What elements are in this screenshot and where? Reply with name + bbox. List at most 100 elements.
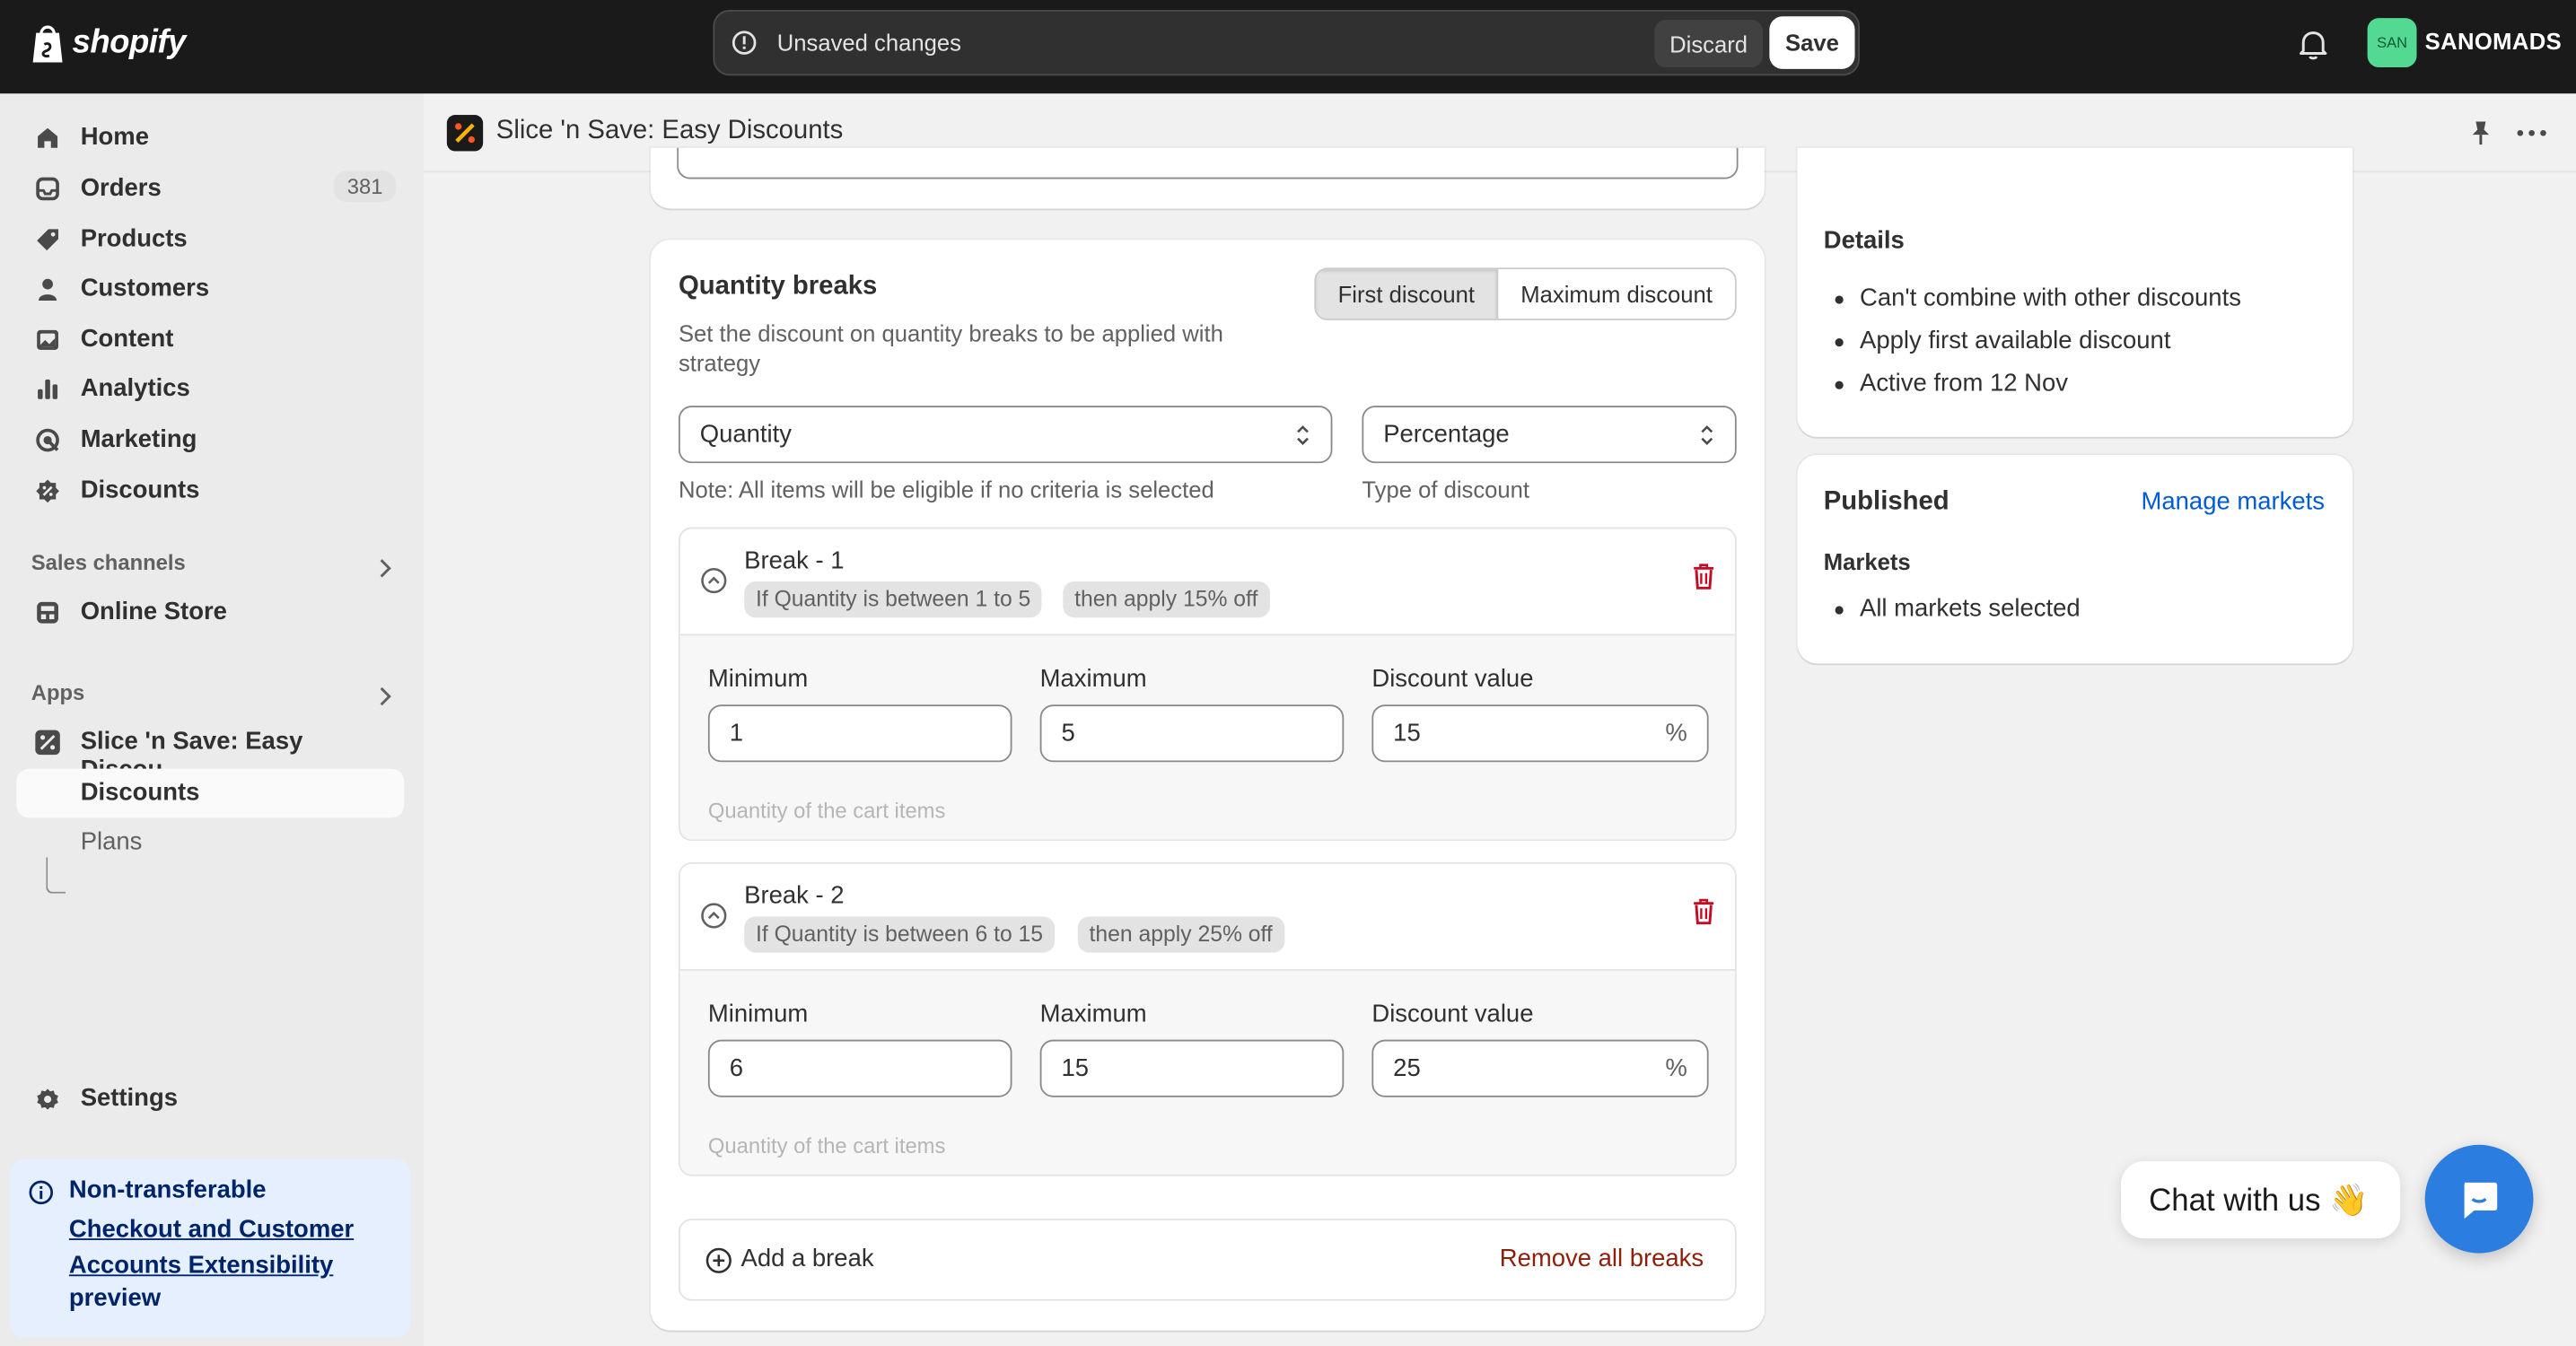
banner-text: Non-transferable — [68, 1176, 267, 1204]
maximum-label: Maximum — [1039, 1000, 1147, 1028]
sidebar-item-label: Home — [80, 123, 149, 152]
delete-icon[interactable] — [1690, 896, 1716, 926]
discount-value-input[interactable]: 15 % — [1371, 704, 1709, 763]
minimum-input[interactable]: 6 — [707, 1039, 1012, 1097]
markets-title: Markets — [1823, 548, 1911, 575]
app-root: shopify Unsaved changes Discard Save SAN… — [0, 0, 2576, 1346]
apps-title: Apps — [31, 679, 85, 705]
orders-icon — [36, 177, 59, 201]
person-icon — [39, 278, 57, 301]
chevron-up-circle-icon[interactable] — [700, 902, 728, 930]
discount-type-help: Type of discount — [1362, 476, 1530, 503]
chat-prompt-text: Chat with us 👋 — [2149, 1184, 2369, 1219]
break-header[interactable]: Break - 1 If Quantity is between 1 to 5 … — [679, 529, 1735, 634]
info-icon — [29, 1180, 54, 1205]
sidebar-item-app-plans[interactable]: Plans — [16, 818, 404, 868]
maximum-label: Maximum — [1039, 665, 1147, 694]
manage-markets-link[interactable]: Manage markets — [2142, 488, 2325, 516]
banner-link[interactable]: Checkout and Customer Accounts Extensibi… — [69, 1212, 398, 1285]
sales-channels-title: Sales channels — [31, 550, 186, 575]
break-body: Minimum Maximum Discount value 6 15 25 %… — [679, 968, 1735, 1175]
first-discount-button[interactable]: First discount — [1316, 269, 1499, 319]
sidebar-item-home[interactable]: Home — [16, 113, 404, 162]
condition-chip: If Quantity is between 6 to 15 — [744, 916, 1055, 953]
minimum-value: 6 — [729, 1054, 743, 1083]
more-horizontal-icon[interactable] — [2515, 118, 2548, 148]
chat-button[interactable] — [2424, 1144, 2534, 1254]
break-header[interactable]: Break - 2 If Quantity is between 6 to 15… — [679, 863, 1735, 969]
action-chip: then apply 25% off — [1077, 916, 1284, 953]
sidebar-item-label: Customers — [80, 274, 210, 302]
info-banner: Non-transferable Checkout and Customer A… — [9, 1159, 411, 1337]
save-button[interactable]: Save — [1769, 16, 1855, 69]
criteria-help: Note: All items will be eligible if no c… — [678, 476, 1214, 503]
field-help: Quantity of the cart items — [707, 798, 946, 824]
sidebar-item-label: Discounts — [80, 476, 200, 504]
discount-value: 15 — [1393, 719, 1421, 747]
condition-chip: If Quantity is between 1 to 5 — [744, 581, 1043, 618]
criteria-select[interactable]: Quantity — [678, 406, 1333, 464]
maximum-discount-button[interactable]: Maximum discount — [1498, 269, 1735, 319]
sidebar-item-marketing[interactable]: Marketing — [16, 415, 404, 465]
sidebar-item-discounts[interactable]: Discounts — [16, 467, 404, 516]
chevron-right-icon[interactable] — [376, 685, 392, 708]
chevron-up-circle-icon[interactable] — [700, 566, 728, 594]
list-item: Active from 12 Nov — [1824, 370, 2241, 413]
app-icon — [35, 730, 60, 756]
bell-icon[interactable] — [2295, 26, 2331, 62]
sidebar-item-label: Products — [80, 224, 188, 253]
bar-chart-icon — [38, 379, 58, 399]
details-list: Can't combine with other discounts Apply… — [1824, 284, 2241, 413]
discard-button[interactable]: Discard — [1654, 19, 1764, 68]
sidebar-item-settings[interactable]: Settings — [16, 1074, 404, 1123]
delete-icon[interactable] — [1690, 562, 1716, 591]
sidebar-item-label: Content — [80, 325, 174, 354]
avatar[interactable]: SAN — [2367, 18, 2417, 68]
action-chip: then apply 15% off — [1063, 581, 1270, 618]
maximum-value: 5 — [1061, 719, 1075, 747]
banner-text-end: preview — [68, 1284, 162, 1313]
sidebar-item-label: Marketing — [80, 425, 197, 454]
published-title: Published — [1823, 487, 1950, 516]
chat-prompt[interactable]: Chat with us 👋 — [2121, 1161, 2401, 1239]
minimum-input[interactable]: 1 — [707, 704, 1012, 763]
break-title: Break - 2 — [744, 881, 845, 911]
plus-circle-icon[interactable] — [705, 1246, 732, 1274]
chevron-right-icon[interactable] — [376, 557, 392, 581]
sidebar-item-app[interactable]: Slice 'n Save: Easy Discou... — [16, 718, 404, 783]
shopify-logo[interactable]: shopify — [30, 22, 186, 65]
previous-input[interactable] — [677, 147, 1739, 179]
previous-card — [650, 147, 1765, 209]
sidebar-item-label: Analytics — [80, 374, 190, 403]
sidebar-item-online-store[interactable]: Online Store — [16, 588, 404, 637]
maximum-input[interactable]: 15 — [1039, 1039, 1345, 1097]
store-name[interactable]: SANOMADS — [2425, 28, 2562, 54]
discount-type-select[interactable]: Percentage — [1362, 406, 1737, 464]
pin-icon[interactable] — [2466, 118, 2495, 148]
add-break-row: Add a break Remove all breaks — [678, 1219, 1737, 1301]
alert-circle-icon — [732, 31, 757, 55]
add-break-button[interactable]: Add a break — [741, 1245, 874, 1272]
gear-icon — [37, 1088, 58, 1110]
sidebar-item-content[interactable]: Content — [16, 315, 404, 364]
remove-all-breaks-button[interactable]: Remove all breaks — [1500, 1245, 1704, 1272]
sidebar-item-orders[interactable]: Orders 381 — [16, 164, 404, 214]
sidebar-item-customers[interactable]: Customers — [16, 265, 404, 314]
discount-value-input[interactable]: 25 % — [1371, 1039, 1709, 1097]
home-icon — [38, 127, 58, 148]
sidebar-item-label: Discounts — [80, 778, 200, 807]
card-title: Quantity breaks — [678, 272, 878, 301]
list-item: Apply first available discount — [1824, 327, 2241, 370]
sidebar-item-products[interactable]: Products — [16, 215, 404, 265]
maximum-input[interactable]: 5 — [1039, 704, 1345, 763]
chat-bubble-icon — [2464, 1182, 2498, 1219]
sidebar-item-label: Orders — [80, 174, 162, 203]
target-icon — [36, 428, 59, 452]
sidebar-item-analytics[interactable]: Analytics — [16, 364, 404, 414]
published-card: Published Manage markets Markets All mar… — [1797, 455, 2353, 664]
break-body: Minimum Maximum Discount value 1 5 15 % … — [679, 634, 1735, 840]
break-item: Break - 2 If Quantity is between 6 to 15… — [678, 861, 1737, 1176]
break-title: Break - 1 — [744, 546, 845, 575]
discount-value-label: Discount value — [1371, 665, 1534, 694]
sidebar-item-app-discounts[interactable]: Discounts — [16, 768, 405, 818]
